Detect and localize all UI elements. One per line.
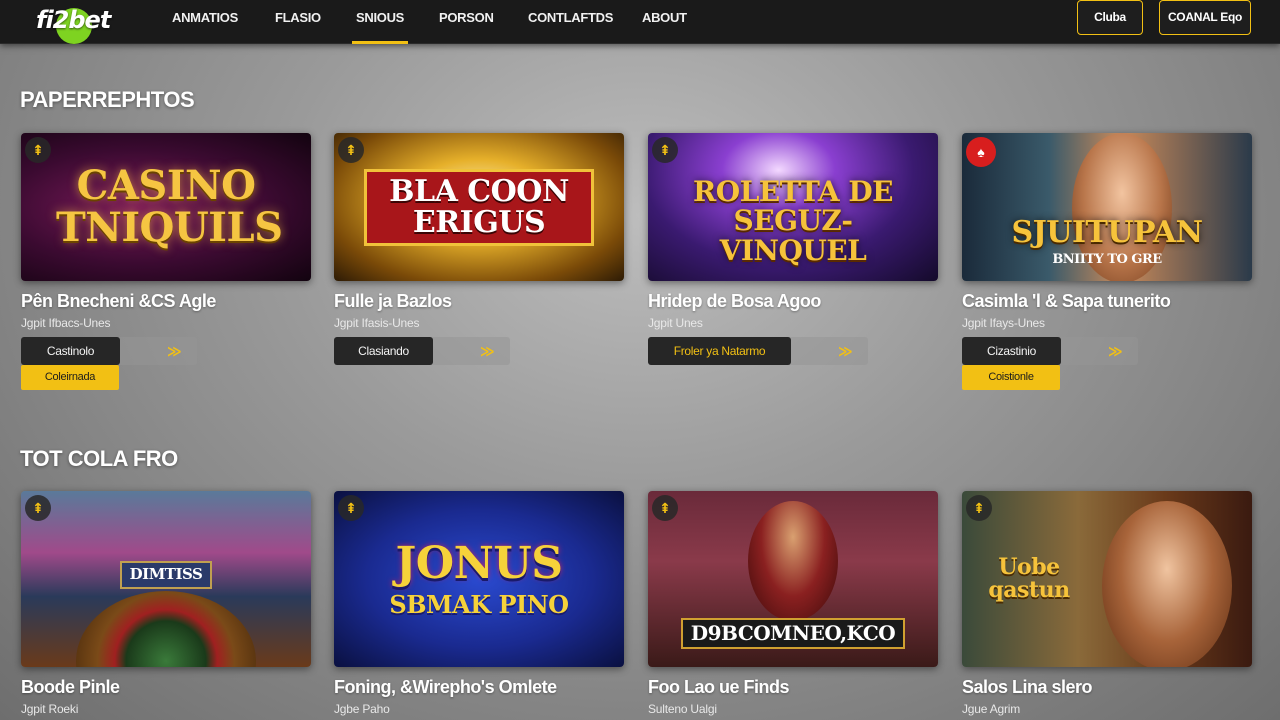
thumbnail-art-text: DIMTISS — [119, 561, 213, 589]
section-title-paperrephtos: PAPERREPHTOS — [20, 87, 195, 112]
game-thumbnail[interactable]: CASINO TNIQUILS ⇞ — [21, 133, 311, 281]
game-thumbnail[interactable]: BLA COON ERIGUS ⇞ — [334, 133, 624, 281]
thumbnail-art: ROLETTA DE SEGUZ-VINQUEL — [648, 133, 938, 281]
secondary-yellow-button[interactable]: Coistionle — [962, 365, 1060, 390]
card-title: Casimla 'l & Sapa tunerito — [962, 291, 1171, 311]
thumbnail-art-text: Uobe qastun — [988, 553, 1070, 603]
arrow-right-icon[interactable]: ≫ — [838, 337, 853, 365]
game-card[interactable]: BLA COON ERIGUS ⇞ Fulle ja Bazlos Jgpit … — [334, 133, 624, 365]
pin-icon[interactable]: ⇞ — [652, 137, 678, 163]
nav-item-anmatios[interactable]: ANMATIOS — [172, 0, 238, 44]
card-title: Salos Lina slero — [962, 677, 1093, 697]
game-card[interactable]: SJUITUPAN BNIITY TO GRE ♠ Casimla 'l & S… — [962, 133, 1252, 390]
game-thumbnail[interactable]: Uobe qastun ⇞ — [962, 491, 1252, 667]
section-title-tot-cola-fro: TOT COLA FRO — [20, 446, 178, 471]
card-action-row: Froler ya Natarmo ≫ — [648, 337, 868, 365]
game-thumbnail[interactable]: SJUITUPAN BNIITY TO GRE ♠ — [962, 133, 1252, 281]
thumbnail-art: DIMTISS — [21, 491, 311, 667]
thumbnail-art: CASINO TNIQUILS — [21, 133, 311, 281]
card-action-row: Cizastinio ≫ — [962, 337, 1138, 365]
pin-icon[interactable]: ⇞ — [338, 137, 364, 163]
play-button[interactable]: Clasiando — [334, 337, 433, 365]
thumbnail-art: JONUS SBMAK PINO — [334, 491, 624, 667]
top-navigation-bar: fi2bet ANMATIOS FLASIO SNIOUS PORSON CON… — [0, 0, 1280, 44]
game-thumbnail[interactable]: ROLETTA DE SEGUZ-VINQUEL ⇞ — [648, 133, 938, 281]
brand-logo[interactable]: fi2bet — [36, 2, 116, 44]
arrow-right-icon[interactable]: ≫ — [167, 337, 182, 365]
contact-button[interactable]: COANAL Eqo — [1159, 0, 1251, 35]
thumbnail-art-text: D9BCOMNEO,KCO — [680, 618, 906, 649]
thumbnail-art: BLA COON ERIGUS — [334, 133, 624, 281]
card-subtitle: Jgpit Unes — [648, 316, 703, 330]
thumbnail-art-text: ROLETTA DE SEGUZ-VINQUEL — [693, 174, 893, 267]
game-card[interactable]: DIMTISS ⇞ Boode Pinle Jgpit Roeki — [21, 491, 311, 716]
thumbnail-art: D9BCOMNEO,KCO — [648, 491, 938, 667]
thumbnail-art-text: BLA COON ERIGUS — [364, 168, 594, 246]
game-thumbnail[interactable]: D9BCOMNEO,KCO ⇞ — [648, 491, 938, 667]
nav-item-about[interactable]: ABOUT — [642, 0, 687, 44]
thumbnail-art: SJUITUPAN BNIITY TO GRE — [962, 133, 1252, 281]
thumbnail-art-text: JONUS — [395, 538, 563, 590]
arrow-right-icon[interactable]: ≫ — [480, 337, 495, 365]
card-subtitle: Jgbe Paho — [334, 702, 390, 716]
arrow-right-icon[interactable]: ≫ — [1108, 337, 1123, 365]
club-button[interactable]: Cluba — [1077, 0, 1143, 35]
nav-item-flasio[interactable]: FLASIO — [275, 0, 321, 44]
thumbnail-art-subtext: SBMAK PINO — [389, 589, 569, 619]
card-subtitle: Jgpit Ifbacs-Unes — [21, 316, 111, 330]
thumbnail-art-subtext: BNIITY TO GRE — [1052, 251, 1162, 267]
card-subtitle: Jgue Agrim — [962, 702, 1021, 716]
play-button[interactable]: Froler ya Natarmo — [648, 337, 791, 365]
game-card[interactable]: D9BCOMNEO,KCO ⇞ Foo Lao ue Finds Sulteno… — [648, 491, 938, 716]
secondary-yellow-button[interactable]: Coleirnada — [21, 365, 119, 390]
pin-icon[interactable]: ⇞ — [966, 495, 992, 521]
card-subtitle: Sulteno Ualgi — [648, 702, 717, 716]
card-title: Pên Bnecheni &CS Agle — [21, 291, 216, 311]
game-thumbnail[interactable]: DIMTISS ⇞ — [21, 491, 311, 667]
thumbnail-art-text: CASINO TNIQUILS — [56, 162, 283, 251]
nav-item-snious[interactable]: SNIOUS — [351, 0, 409, 44]
pin-icon[interactable]: ⇞ — [652, 495, 678, 521]
card-subtitle: Jgpit Roeki — [21, 702, 79, 716]
card-title: Hridep de Bosa Agoo — [648, 291, 821, 311]
game-thumbnail[interactable]: JONUS SBMAK PINO ⇞ — [334, 491, 624, 667]
badge-icon[interactable]: ♠ — [966, 137, 996, 167]
logo-text: fi2bet — [36, 6, 111, 34]
nav-item-porson[interactable]: PORSON — [439, 0, 494, 44]
card-title: Boode Pinle — [21, 677, 120, 697]
card-action-row: Castinolo ≫ — [21, 337, 197, 365]
game-card[interactable]: ROLETTA DE SEGUZ-VINQUEL ⇞ Hridep de Bos… — [648, 133, 938, 365]
game-card[interactable]: Uobe qastun ⇞ Salos Lina slero Jgue Agri… — [962, 491, 1252, 716]
game-card[interactable]: CASINO TNIQUILS ⇞ Pên Bnecheni &CS Agle … — [21, 133, 311, 390]
card-title: Fulle ja Bazlos — [334, 291, 452, 311]
pin-icon[interactable]: ⇞ — [338, 495, 364, 521]
thumbnail-art-text: SJUITUPAN — [1011, 215, 1203, 251]
pin-icon[interactable]: ⇞ — [25, 137, 51, 163]
nav-item-contlaftds[interactable]: CONTLAFTDS — [528, 0, 613, 44]
card-title: Foning, &Wirepho's Omlete — [334, 677, 557, 697]
play-button[interactable]: Cizastinio — [962, 337, 1061, 365]
card-subtitle: Jgpit Ifays-Unes — [962, 316, 1045, 330]
card-title: Foo Lao ue Finds — [648, 677, 790, 697]
card-subtitle: Jgpit Ifasis-Unes — [334, 316, 420, 330]
thumbnail-art: Uobe qastun — [962, 491, 1252, 667]
pin-icon[interactable]: ⇞ — [25, 495, 51, 521]
card-action-row: Clasiando ≫ — [334, 337, 510, 365]
play-button[interactable]: Castinolo — [21, 337, 120, 365]
game-card[interactable]: JONUS SBMAK PINO ⇞ Foning, &Wirepho's Om… — [334, 491, 624, 716]
